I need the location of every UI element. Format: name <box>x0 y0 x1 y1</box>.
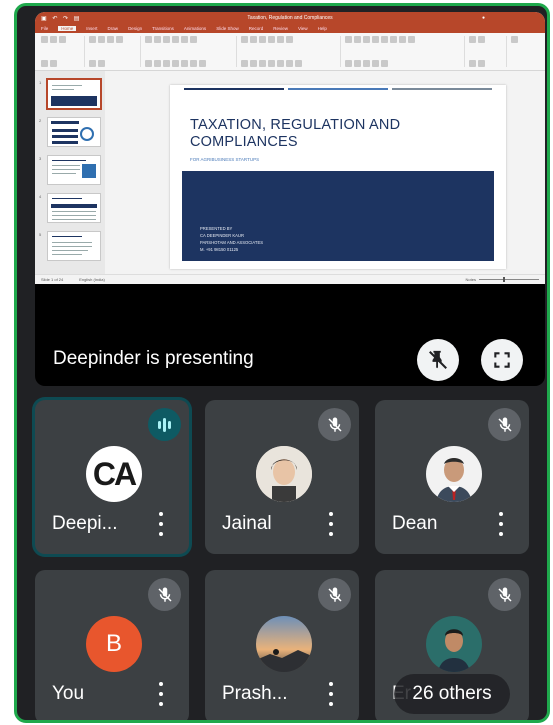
unpin-icon <box>429 350 447 369</box>
ribbon-tab: Animations <box>183 26 207 31</box>
participant-tile[interactable]: Jainal <box>205 400 359 554</box>
ppt-body: 1 2 3 4 5 TAXATION, REGULATION AND COMPL… <box>35 71 545 274</box>
ribbon-tab: File <box>41 26 49 31</box>
slide-decoration <box>392 88 492 90</box>
slide-band: PRESENTED BY CA DEEPINDER KAUR PARSHOTAM… <box>182 171 494 261</box>
ribbon-group-font <box>145 36 237 67</box>
slide-thumbnails: 1 2 3 4 5 <box>35 71 105 274</box>
ribbon-tab: Insert <box>86 26 98 31</box>
fullscreen-button[interactable] <box>481 339 523 381</box>
ribbon-tab-active: Home <box>58 26 77 31</box>
participant-tile[interactable]: Prash... <box>205 570 359 720</box>
ribbon-group-slides <box>89 36 141 67</box>
zoom-control: Notes <box>466 277 539 282</box>
zoom-slider <box>479 277 539 282</box>
participant-tile[interactable]: Er 26 others <box>375 570 529 720</box>
unpin-button[interactable] <box>417 339 459 381</box>
ppt-user: ● <box>481 15 485 21</box>
presenting-label: Deepinder is presenting <box>53 348 254 369</box>
meet-window: ▣ ↶ ↷ ▤ Taxation, Regulation and Complia… <box>14 3 550 723</box>
participant-tile[interactable]: Dean <box>375 400 529 554</box>
others-count-button[interactable]: 26 others <box>394 674 510 714</box>
participant-name: Jainal <box>222 513 272 534</box>
ribbon-tab: Review <box>273 26 288 31</box>
ribbon-tab: Design <box>128 26 143 31</box>
speaking-indicator-icon <box>148 408 181 441</box>
slide-count: Slide 1 of 24 <box>41 277 64 282</box>
slide-decoration <box>288 88 388 90</box>
ppt-ribbon <box>35 33 545 71</box>
slide-decoration <box>184 88 284 90</box>
more-options-icon[interactable] <box>494 512 508 536</box>
ppt-window-title: Taxation, Regulation and Compliances <box>247 15 333 21</box>
more-options-icon[interactable] <box>324 682 338 706</box>
notes-status: Notes <box>465 277 476 282</box>
ribbon-tab: View <box>297 26 308 31</box>
ribbon-tab: Transitions <box>152 26 174 31</box>
ribbon-tab: Slide Show <box>216 26 239 31</box>
participant-name: Deepi... <box>52 513 118 534</box>
avatar-letter: B <box>105 630 122 657</box>
slide-thumbnail: 5 <box>39 231 101 261</box>
more-options-icon[interactable] <box>324 512 338 536</box>
mic-off-icon <box>488 578 521 611</box>
slide-thumbnail: 1 <box>39 78 102 110</box>
slide-thumbnail: 3 <box>39 155 101 185</box>
presenter-line: CA DEEPINDER KAUR <box>200 233 244 238</box>
presenter-line: PRESENTED BY <box>200 226 233 231</box>
avatar <box>426 616 482 672</box>
ribbon-group-addins <box>511 36 531 67</box>
slide-title: TAXATION, REGULATION AND COMPLIANCES <box>190 117 401 150</box>
ribbon-group-clipboard <box>41 36 85 67</box>
presenter-line: PARSHOTAM AND ASSOCIATES <box>200 240 264 245</box>
presenter-line: M. +91 98150 01125 <box>200 247 239 252</box>
mic-off-icon <box>488 408 521 441</box>
avatar <box>426 446 482 502</box>
shared-screen: ▣ ↶ ↷ ▤ Taxation, Regulation and Complia… <box>35 12 545 284</box>
ppt-ribbon-tabs: File Home Insert Draw Design Transitions… <box>35 24 545 33</box>
more-options-icon[interactable] <box>154 682 168 706</box>
ribbon-tab: Draw <box>107 26 119 31</box>
language-status: English (India) <box>79 277 105 282</box>
presenter-details: PRESENTED BY CA DEEPINDER KAUR PARSHOTAM… <box>200 225 263 253</box>
ribbon-tab: Record <box>248 26 264 31</box>
participant-tile[interactable]: B You <box>35 570 189 720</box>
slide-subtitle: FOR AGRIBUSINESS STARTUPS <box>190 157 260 162</box>
ribbon-group-editing <box>469 36 507 67</box>
ppt-title-bar: ▣ ↶ ↷ ▤ Taxation, Regulation and Complia… <box>35 12 545 24</box>
slide-thumbnail: 2 <box>39 117 101 147</box>
avatar: CA <box>86 446 142 502</box>
quick-access-icons: ▣ ↶ ↷ ▤ <box>41 15 82 22</box>
ribbon-group-paragraph <box>241 36 341 67</box>
ppt-status-bar: Slide 1 of 24 English (India) Notes <box>35 274 545 284</box>
participant-name: You <box>52 683 85 704</box>
ribbon-tab: Help <box>317 26 327 31</box>
mic-off-icon <box>318 578 351 611</box>
avatar <box>256 446 312 502</box>
avatar: B <box>86 616 142 672</box>
fullscreen-icon <box>494 352 510 368</box>
participant-name: Prash... <box>222 683 288 704</box>
avatar <box>256 616 312 672</box>
mic-off-icon <box>148 578 181 611</box>
presentation-stage[interactable]: ▣ ↶ ↷ ▤ Taxation, Regulation and Complia… <box>35 12 545 386</box>
slide-thumbnail: 4 <box>39 193 101 223</box>
mic-off-icon <box>318 408 351 441</box>
ribbon-group-drawing <box>345 36 465 67</box>
more-options-icon[interactable] <box>154 512 168 536</box>
participant-tile[interactable]: CA Deepi... <box>35 400 189 554</box>
avatar-text: CA <box>92 455 137 492</box>
current-slide: TAXATION, REGULATION AND COMPLIANCES FOR… <box>170 85 506 269</box>
participant-name: Dean <box>392 513 438 534</box>
